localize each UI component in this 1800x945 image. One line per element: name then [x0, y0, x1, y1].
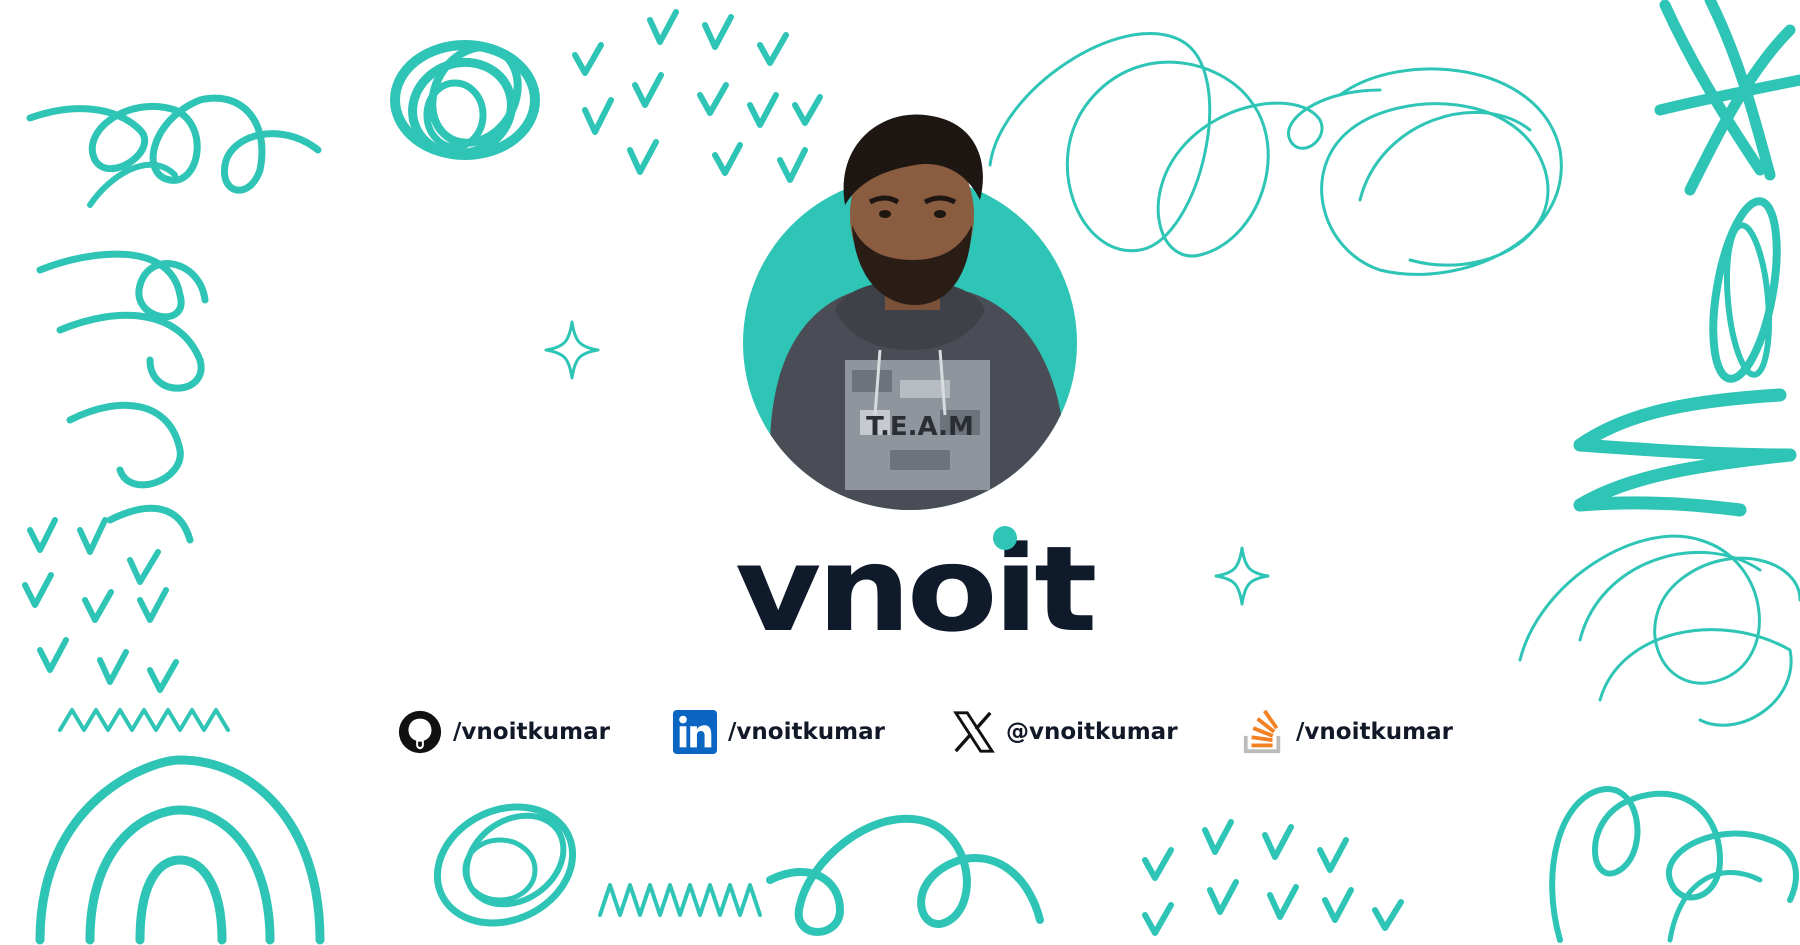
doodle-left-wave	[36, 250, 209, 544]
doodle-rainbow-middle	[85, 805, 275, 945]
github-handle: /vnoitkumar	[453, 719, 610, 745]
stackoverflow-handle: /vnoitkumar	[1296, 719, 1453, 745]
sparkle-left	[544, 320, 600, 380]
linkedin-icon	[672, 709, 718, 755]
social-x[interactable]: @vnoitkumar	[950, 706, 1178, 758]
social-github[interactable]: /vnoitkumar	[397, 706, 610, 758]
stackoverflow-icon	[1243, 709, 1281, 754]
brand-logo-dot	[993, 526, 1017, 550]
doodle-rainbow-outer	[35, 755, 325, 945]
doodle-right-zigzag	[1573, 388, 1797, 517]
brand-logo: vnoit	[735, 520, 1095, 658]
linkedin-handle: /vnoitkumar	[728, 719, 885, 745]
doodle-right-loops	[1518, 534, 1800, 727]
doodle-bottom-checks	[1142, 819, 1404, 936]
doodle-left-zigzag	[58, 708, 230, 732]
doodle-bottom-loops	[766, 814, 1044, 936]
social-stackoverflow[interactable]: /vnoitkumar	[1240, 706, 1453, 758]
doodle-rainbow-inner	[135, 855, 227, 945]
avatar-shirt-text: T.E.A.M	[866, 412, 974, 442]
brand-logo-text: vnoit	[735, 520, 1095, 658]
doodle-bottom-ball	[433, 803, 577, 927]
doodle-bottom-zigzag	[598, 883, 762, 917]
github-icon	[398, 710, 442, 754]
doodle-left-checks	[22, 517, 179, 693]
sparkle-right	[1214, 546, 1270, 606]
doodle-top-right-x	[1654, 0, 1800, 196]
social-linkedin[interactable]: /vnoitkumar	[672, 706, 885, 758]
x-handle: @vnoitkumar	[1006, 719, 1178, 745]
profile-avatar: T.E.A.M	[743, 114, 1077, 510]
x-icon	[953, 711, 995, 753]
